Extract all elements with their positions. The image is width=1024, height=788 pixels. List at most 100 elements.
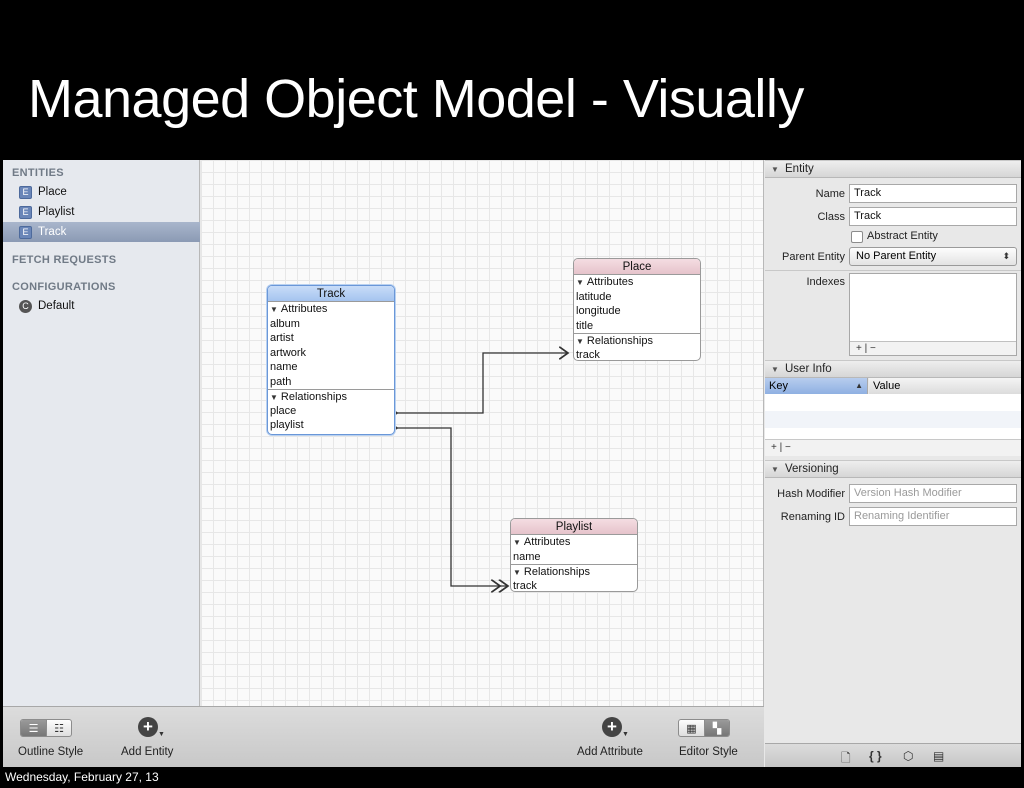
entity-place[interactable]: Place ▼ Attributes latitude longitude tit…: [573, 258, 701, 361]
slide-title: Managed Object Model - Visually: [28, 69, 804, 129]
abstract-entity-label: Abstract Entity: [867, 230, 938, 242]
abstract-entity-checkbox[interactable]: [851, 231, 863, 243]
user-info-add-remove[interactable]: + | −: [765, 440, 1021, 456]
disclosure-triangle-icon[interactable]: ▼: [576, 337, 584, 346]
outline-style-segmented-control[interactable]: ☰ ☷: [20, 719, 72, 737]
entity-playlist[interactable]: Playlist ▼ Attributes name ▼ Relationships…: [510, 518, 638, 592]
editor-style-label: Editor Style: [679, 746, 738, 758]
editor-style-segmented-control[interactable]: ▦ ▚: [678, 719, 730, 737]
table-editor-icon[interactable]: ▦: [679, 720, 704, 736]
attributes-group[interactable]: ▼ Attributes: [268, 302, 394, 317]
library-tab-bar: 🗋 { } ⬡ ▤: [765, 743, 1021, 767]
class-label: Class: [817, 211, 845, 223]
add-attribute-label: Add Attribute: [577, 746, 643, 758]
link-track-place-path: [483, 354, 569, 412]
entity-name-field[interactable]: Track: [849, 184, 1017, 203]
user-info-section-header[interactable]: User Info: [765, 360, 1021, 378]
relationships-group[interactable]: ▼ Relationships: [511, 564, 637, 579]
entity-title: Playlist: [511, 519, 637, 535]
entity-sidebar: ENTITIES E Place E Playlist E Track FETC…: [3, 160, 200, 706]
dropdown-caret-icon: ▼: [158, 731, 165, 738]
key-column-header[interactable]: Key ▲: [765, 378, 868, 394]
entity-icon: E: [19, 185, 32, 199]
parent-entity-label: Parent Entity: [782, 251, 845, 263]
relationships-group[interactable]: ▼ Relationships: [574, 333, 700, 348]
disclosure-triangle-icon[interactable]: ▼: [270, 393, 278, 402]
outline-style-label: Outline Style: [18, 746, 84, 758]
fetch-requests-header: FETCH REQUESTS: [12, 254, 117, 266]
sort-arrow-icon: ▲: [855, 381, 863, 390]
code-snippet-icon[interactable]: { }: [869, 749, 882, 763]
entity-title: Place: [574, 259, 700, 275]
parent-entity-popup[interactable]: No Parent Entity ⬍: [849, 247, 1017, 266]
indexes-list[interactable]: + | −: [849, 273, 1017, 356]
attribute-row[interactable]: artist: [268, 331, 394, 346]
link-place-track: [397, 353, 568, 413]
attribute-row[interactable]: title: [574, 319, 700, 334]
entities-header: ENTITIES: [12, 167, 64, 179]
sidebar-item-label: Place: [38, 186, 67, 198]
attribute-row[interactable]: artwork: [268, 346, 394, 361]
attribute-row[interactable]: name: [268, 360, 394, 375]
sidebar-item-track[interactable]: E Track: [3, 222, 200, 242]
xcode-window: ENTITIES E Place E Playlist E Track FETC…: [3, 160, 1021, 767]
attribute-row[interactable]: latitude: [574, 290, 700, 305]
entity-icon: E: [19, 205, 32, 219]
slide-footer-date: Wednesday, February 27, 13: [5, 770, 159, 784]
sidebar-item-default[interactable]: C Default: [3, 296, 200, 316]
attribute-row[interactable]: path: [268, 375, 394, 390]
file-template-icon[interactable]: 🗋: [841, 749, 851, 770]
divider: [765, 270, 1021, 271]
attribute-row[interactable]: album: [268, 317, 394, 332]
relationships-group[interactable]: ▼ Relationships: [268, 389, 394, 404]
attributes-group[interactable]: ▼ Attributes: [574, 275, 700, 290]
entity-track[interactable]: Track ▼ Attributes album artist artwork n…: [267, 285, 395, 435]
sidebar-item-place[interactable]: E Place: [3, 182, 200, 202]
entity-icon: E: [19, 225, 32, 239]
sidebar-item-label: Track: [38, 226, 67, 238]
hash-modifier-field[interactable]: Version Hash Modifier: [849, 484, 1017, 503]
indexes-label: Indexes: [806, 276, 845, 288]
media-library-icon[interactable]: ▤: [933, 749, 944, 763]
value-column-header[interactable]: Value: [869, 378, 1021, 394]
graph-editor-icon[interactable]: ▚: [704, 720, 729, 736]
renaming-id-label: Renaming ID: [780, 511, 845, 523]
attribute-row[interactable]: name: [511, 550, 637, 565]
entity-class-field[interactable]: Track: [849, 207, 1017, 226]
diagram-canvas[interactable]: Track ▼ Attributes album artist artwork n…: [201, 160, 764, 706]
disclosure-triangle-icon[interactable]: ▼: [270, 305, 278, 314]
relationship-row[interactable]: track: [574, 348, 700, 361]
relationship-row[interactable]: place: [268, 404, 394, 419]
renaming-id-field[interactable]: Renaming Identifier: [849, 507, 1017, 526]
link-playlist-track: [397, 428, 508, 586]
hash-modifier-label: Hash Modifier: [777, 488, 845, 500]
add-entity-button[interactable]: +: [138, 717, 158, 737]
add-entity-label: Add Entity: [121, 746, 174, 758]
sidebar-item-label: Default: [38, 300, 75, 312]
attribute-row[interactable]: longitude: [574, 304, 700, 319]
indexes-add-remove[interactable]: + | −: [850, 341, 1016, 355]
disclosure-triangle-icon[interactable]: ▼: [513, 568, 521, 577]
data-model-inspector: Entity Name Track Class Track Abstract E…: [765, 160, 1021, 767]
configuration-icon: C: [19, 299, 32, 313]
relationship-row[interactable]: playlist: [268, 418, 394, 433]
disclosure-triangle-icon[interactable]: ▼: [513, 538, 521, 547]
entity-section-header[interactable]: Entity: [765, 160, 1021, 178]
attributes-group[interactable]: ▼ Attributes: [511, 535, 637, 550]
sidebar-item-playlist[interactable]: E Playlist: [3, 202, 200, 222]
object-library-icon[interactable]: ⬡: [903, 749, 913, 763]
entity-title: Track: [268, 286, 394, 302]
versioning-section-header[interactable]: Versioning: [765, 460, 1021, 478]
relationship-row[interactable]: track: [511, 579, 637, 592]
sidebar-item-label: Playlist: [38, 206, 75, 218]
editor-bottom-toolbar: ☰ ☷ Outline Style + ▼ Add Entity + ▼ Add…: [3, 706, 764, 767]
disclosure-triangle-icon[interactable]: ▼: [576, 278, 584, 287]
add-attribute-button[interactable]: +: [602, 717, 622, 737]
table-style-icon[interactable]: ☰: [21, 720, 46, 736]
outline-tree-icon[interactable]: ☷: [46, 720, 71, 736]
configurations-header: CONFIGURATIONS: [12, 281, 116, 293]
user-info-table[interactable]: [765, 394, 1021, 440]
popup-arrows-icon: ⬍: [1002, 251, 1010, 261]
name-label: Name: [815, 188, 845, 200]
dropdown-caret-icon: ▼: [622, 731, 629, 738]
